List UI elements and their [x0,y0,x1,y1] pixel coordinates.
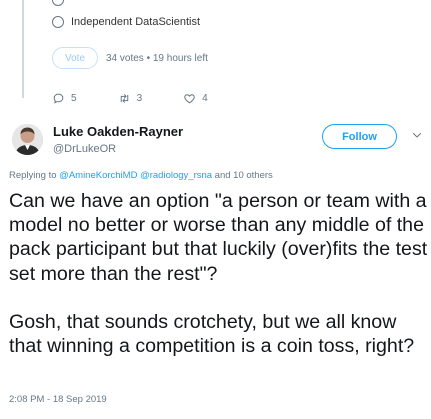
replying-to: Replying to @AmineKorchiMD @radiology_rs… [9,170,273,181]
poll-option-partial[interactable] [52,0,71,6]
avatar[interactable] [12,124,43,155]
avatar-photo [12,124,43,155]
vote-button[interactable]: Vote [52,47,98,69]
follow-button[interactable]: Follow [322,124,397,149]
chevron-down-icon[interactable] [411,129,423,141]
radio-icon[interactable] [52,0,64,6]
tweet-paragraph: Can we have an option "a person or team … [9,190,428,285]
retweet-count: 3 [136,93,143,104]
thread-connector-line [22,0,24,98]
author-handle[interactable]: @DrLukeOR [53,143,116,155]
tweet-text: Can we have an option "a person or team … [9,189,429,358]
poll-option[interactable]: Independent DataScientist [52,16,200,28]
like-count: 4 [202,93,208,104]
tweet-paragraph: Gosh, that sounds crotchety, but we all … [9,310,415,358]
reply-mentions-link[interactable]: @AmineKorchiMD @radiology_rsna [59,170,212,181]
poll-option-label: Independent DataScientist [71,16,201,28]
author-name[interactable]: Luke Oakden-Rayner [53,124,183,139]
heart-icon [184,94,195,104]
reply-action[interactable]: 5 [52,92,77,105]
radio-icon[interactable] [52,16,64,28]
reply-count: 5 [71,93,77,104]
like-action[interactable]: 4 [183,92,208,105]
tweet-actions: 5 3 4 [52,92,249,105]
poll-status: 34 votes • 19 hours left [106,52,208,64]
tweet-timestamp[interactable]: 2:08 PM - 18 Sep 2019 [9,394,107,405]
replying-to-prefix: Replying to [9,170,60,181]
reply-icon [53,93,64,104]
retweet-action[interactable]: 3 [118,92,143,105]
retweet-icon [120,94,128,103]
replying-to-suffix: and 10 others [212,170,273,181]
poll-footer: Vote 34 votes • 19 hours left [52,47,208,69]
